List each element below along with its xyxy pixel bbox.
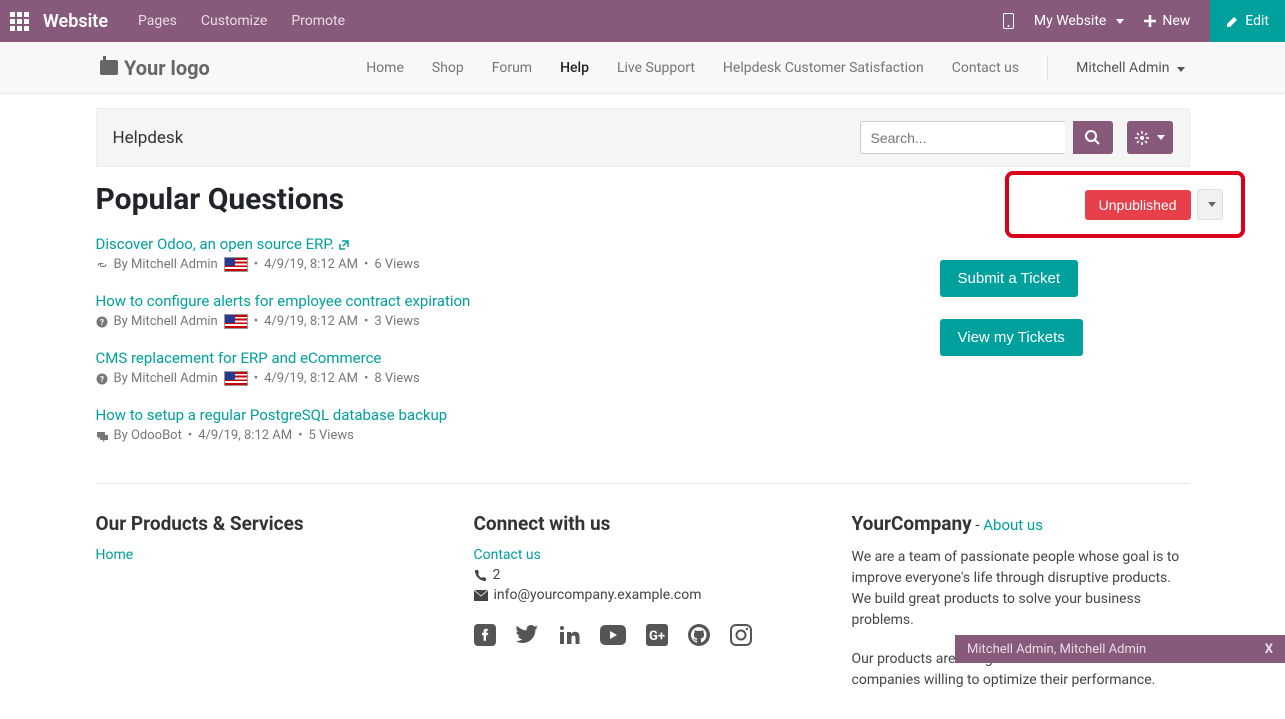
footer-col1-heading: Our Products & Services	[96, 512, 434, 535]
menu-pages[interactable]: Pages	[138, 13, 177, 29]
about-us-link[interactable]: About us	[983, 516, 1043, 534]
question-views: 5 Views	[309, 428, 354, 443]
unpublished-dropdown[interactable]	[1197, 189, 1223, 220]
nav-home[interactable]: Home	[366, 60, 404, 76]
question-author: By Mitchell Admin	[114, 314, 218, 329]
svg-text:G+: G+	[649, 629, 665, 644]
flag-icon	[224, 257, 248, 272]
question-link[interactable]: CMS replacement for ERP and eCommerce	[96, 349, 382, 367]
settings-button[interactable]	[1127, 121, 1173, 154]
nav-live-support[interactable]: Live Support	[617, 60, 695, 76]
top-menu: Pages Customize Promote	[138, 13, 345, 29]
facebook-icon[interactable]	[474, 619, 496, 647]
question-date: 4/9/19, 8:12 AM	[264, 371, 358, 386]
twitter-icon[interactable]	[516, 619, 538, 647]
chat-title: Mitchell Admin, Mitchell Admin	[967, 642, 1146, 657]
flag-icon	[224, 314, 248, 329]
question-type-icon	[96, 428, 108, 443]
question-type-icon: ?	[96, 371, 108, 386]
question-item: How to configure alerts for employee con…	[96, 292, 910, 329]
phone-icon	[474, 569, 487, 582]
question-type-icon: ?	[96, 314, 108, 329]
menu-promote[interactable]: Promote	[291, 13, 345, 29]
question-views: 8 Views	[374, 371, 419, 386]
mobile-preview-icon[interactable]	[1003, 13, 1014, 29]
question-item: CMS replacement for ERP and eCommerce ? …	[96, 349, 910, 386]
question-item: How to setup a regular PostgreSQL databa…	[96, 406, 910, 443]
question-link[interactable]: How to setup a regular PostgreSQL databa…	[96, 406, 448, 424]
question-link[interactable]: How to configure alerts for employee con…	[96, 292, 471, 310]
footer-company-heading: YourCompany - About us	[852, 512, 1190, 535]
instagram-icon[interactable]	[730, 619, 752, 647]
question-date: 4/9/19, 8:12 AM	[264, 257, 358, 272]
nav-helpdesk-csat[interactable]: Helpdesk Customer Satisfaction	[723, 60, 924, 76]
footer-home-link[interactable]: Home	[96, 547, 134, 563]
unpublished-button[interactable]: Unpublished	[1085, 190, 1191, 220]
chat-bar[interactable]: Mitchell Admin, Mitchell Admin X	[955, 635, 1285, 663]
flag-icon	[224, 371, 248, 386]
question-views: 3 Views	[374, 314, 419, 329]
svg-text:?: ?	[100, 318, 104, 327]
search-button[interactable]	[1073, 121, 1113, 154]
submit-ticket-button[interactable]: Submit a Ticket	[940, 260, 1079, 297]
footer-contact-link[interactable]: Contact us	[474, 547, 541, 563]
nav-contact[interactable]: Contact us	[952, 60, 1019, 76]
logo-text: Your logo	[124, 56, 210, 80]
question-author: By Mitchell Admin	[114, 371, 218, 386]
question-date: 4/9/19, 8:12 AM	[198, 428, 292, 443]
question-date: 4/9/19, 8:12 AM	[264, 314, 358, 329]
nav-help[interactable]: Help	[560, 60, 589, 76]
brand-title[interactable]: Website	[43, 11, 108, 32]
youtube-icon[interactable]	[600, 619, 626, 647]
linkedin-icon[interactable]	[558, 619, 580, 647]
question-views: 6 Views	[374, 257, 419, 272]
svg-text:?: ?	[100, 375, 104, 384]
question-type-icon	[96, 257, 108, 272]
github-icon[interactable]	[688, 619, 710, 647]
site-logo[interactable]: Your logo	[100, 56, 210, 80]
question-item: Discover Odoo, an open source ERP. By Mi…	[96, 235, 910, 272]
footer-col2-heading: Connect with us	[474, 512, 812, 535]
question-author: By Mitchell Admin	[114, 257, 218, 272]
envelope-icon	[474, 590, 488, 601]
view-tickets-button[interactable]: View my Tickets	[940, 319, 1083, 356]
footer-email: info@yourcompany.example.com	[474, 587, 812, 603]
footer-about-text-1: We are a team of passionate people whose…	[852, 547, 1190, 631]
question-author: By OdooBot	[114, 428, 182, 443]
googleplus-icon[interactable]: G+	[646, 619, 668, 647]
edit-button[interactable]: Edit	[1210, 0, 1285, 42]
user-menu[interactable]: Mitchell Admin	[1076, 60, 1185, 76]
helpdesk-title: Helpdesk	[113, 128, 184, 148]
new-button[interactable]: New	[1144, 13, 1190, 29]
nav-forum[interactable]: Forum	[492, 60, 532, 76]
my-website-dropdown[interactable]: My Website	[1034, 13, 1124, 29]
footer-phone: 2	[474, 567, 812, 583]
unpublished-highlight: Unpublished	[1005, 171, 1245, 238]
menu-customize[interactable]: Customize	[201, 13, 267, 29]
chat-close-button[interactable]: X	[1265, 642, 1273, 657]
camera-icon	[100, 60, 118, 75]
apps-icon[interactable]	[10, 12, 29, 31]
search-input[interactable]	[860, 121, 1065, 154]
nav-shop[interactable]: Shop	[432, 60, 464, 76]
